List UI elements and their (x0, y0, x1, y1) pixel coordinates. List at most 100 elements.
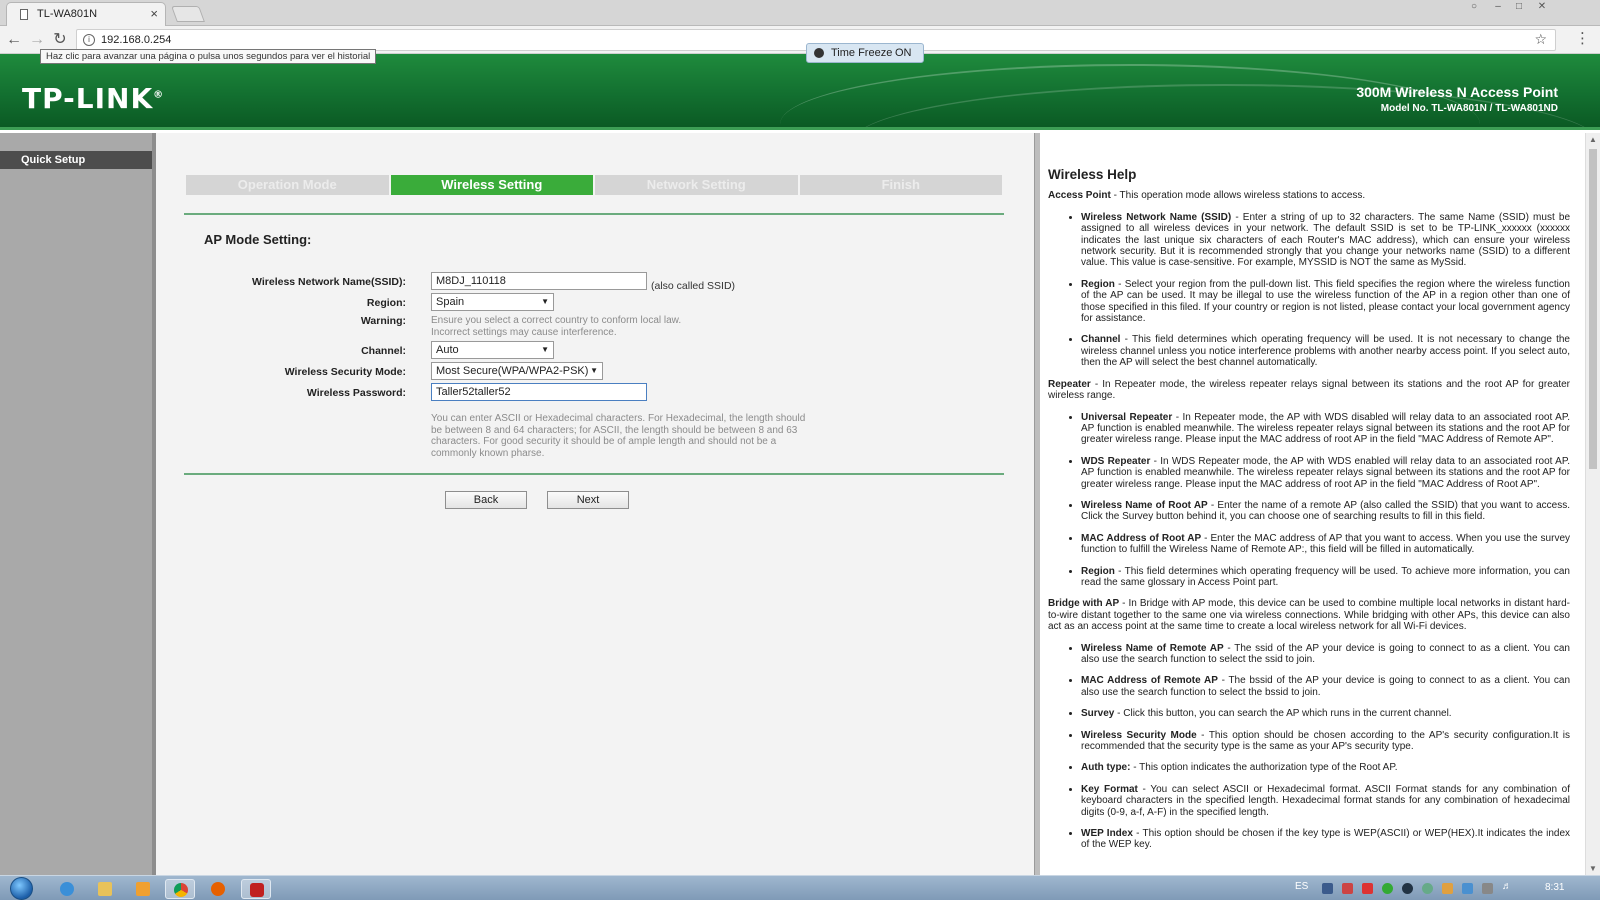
list-item: Region - Select your region from the pul… (1081, 279, 1570, 325)
browser-tab[interactable]: TL-WA801N × (6, 2, 166, 26)
chevron-down-icon: ▼ (541, 297, 549, 306)
ie-icon[interactable] (52, 879, 82, 899)
media-player-icon[interactable] (128, 879, 158, 899)
clock-icon (814, 48, 824, 58)
sidebar-item-quick-setup[interactable]: Quick Setup (0, 151, 152, 169)
forward-arrow-icon[interactable]: → (27, 30, 47, 50)
step-wireless-setting: Wireless Setting (390, 175, 593, 195)
scroll-thumb[interactable] (1589, 149, 1597, 469)
security-mode-label: Wireless Security Mode: (284, 366, 406, 378)
region-value: Spain (436, 296, 465, 308)
info-icon[interactable]: i (83, 34, 95, 46)
list-item: Wireless Name of Remote AP - The ssid of… (1081, 643, 1570, 666)
password-note: You can enter ASCII or Hexadecimal chara… (431, 413, 806, 459)
list-item: WEP Index - This option should be chosen… (1081, 828, 1570, 851)
warning-text: Ensure you select a correct country to c… (431, 315, 682, 338)
user-icon[interactable]: ○ (1464, 0, 1484, 14)
list-item: Survey - Click this button, you can sear… (1081, 708, 1570, 719)
help-bridge: Bridge with AP - In Bridge with AP mode,… (1048, 598, 1571, 633)
password-label: Wireless Password: (306, 387, 406, 399)
windows-orb-icon (10, 877, 33, 900)
region-select[interactable]: Spain ▼ (431, 293, 554, 311)
tab-title: TL-WA801N (37, 8, 98, 20)
time-freeze-label: Time Freeze (831, 47, 893, 59)
help-access-point: Access Point - This operation mode allow… (1048, 190, 1366, 202)
warning-label: Warning: (360, 315, 406, 327)
scroll-down-icon[interactable]: ▼ (1589, 864, 1597, 873)
next-button[interactable]: Next (547, 491, 629, 509)
help-repeater-list: Universal Repeater - In Repeater mode, t… (1048, 412, 1570, 589)
ssid-input[interactable]: M8DJ_110118 (431, 272, 647, 290)
divider-top (184, 213, 1004, 215)
list-item: Wireless Security Mode - This option sho… (1081, 730, 1570, 753)
list-item: MAC Address of Remote AP - The bssid of … (1081, 675, 1570, 698)
menu-icon[interactable]: ⋮ (1575, 29, 1590, 47)
list-item: WDS Repeater - In WDS Repeater mode, the… (1081, 456, 1570, 490)
reload-icon[interactable]: ↻ (50, 30, 70, 50)
setup-steps: Operation Mode Wireless Setting Network … (186, 175, 1002, 195)
router-header: TP-LINK® 300M Wireless N Access Point Mo… (0, 54, 1600, 130)
sidebar-menu: Quick Setup (0, 133, 156, 875)
help-repeater: Repeater - In Repeater mode, the wireles… (1048, 378, 1570, 402)
folder-icon[interactable] (90, 879, 120, 899)
product-name: 300M Wireless N Access Point (1356, 84, 1558, 100)
main-content: Operation Mode Wireless Setting Network … (156, 133, 1034, 875)
ssid-note: (also called SSID) (651, 280, 736, 292)
channel-value: Auto (436, 344, 459, 356)
tray-green-icon[interactable] (1382, 883, 1393, 894)
restore-icon[interactable]: □ (1509, 0, 1529, 14)
page-icon (20, 9, 28, 20)
language-indicator[interactable]: ES (1295, 881, 1308, 892)
channel-label: Channel: (361, 345, 406, 357)
tray-app-icon[interactable] (1342, 883, 1353, 894)
help-bridge-list: Wireless Name of Remote AP - The ssid of… (1048, 643, 1570, 851)
tray-update-icon[interactable] (1462, 883, 1473, 894)
taskbar: ES ♬ 8:31 (0, 875, 1600, 900)
tray-clock-icon[interactable] (1402, 883, 1413, 894)
tab-close-icon[interactable]: × (150, 6, 158, 21)
chevron-down-icon: ▼ (590, 366, 598, 375)
list-item: MAC Address of Root AP - Enter the MAC a… (1081, 533, 1570, 556)
password-input[interactable]: Taller52taller52 (431, 383, 647, 401)
url-text: 192.168.0.254 (101, 34, 172, 46)
volume-icon[interactable]: ♬ (1502, 881, 1513, 892)
channel-select[interactable]: Auto ▼ (431, 341, 554, 359)
browser-tab-strip: TL-WA801N × ○ – □ ✕ (0, 0, 1600, 26)
list-item: Auth type: - This option indicates the a… (1081, 762, 1570, 773)
minimize-icon[interactable]: – (1488, 0, 1508, 14)
help-scrollbar[interactable]: ▲ ▼ (1585, 133, 1600, 875)
security-mode-select[interactable]: Most Secure(WPA/WPA2-PSK) ▼ (431, 362, 603, 380)
forward-tooltip: Haz clic para avanzar una página o pulsa… (40, 49, 377, 64)
system-clock[interactable]: 8:31 (1545, 882, 1564, 893)
chevron-down-icon: ▼ (541, 345, 549, 354)
tray-security-icon[interactable] (1362, 883, 1373, 894)
security-mode-value: Most Secure(WPA/WPA2-PSK) (436, 365, 589, 377)
list-item: Channel - This field determines which op… (1081, 334, 1570, 368)
scroll-up-icon[interactable]: ▲ (1589, 135, 1597, 144)
app-icon[interactable] (241, 879, 271, 899)
list-item: Wireless Network Name (SSID) - Enter a s… (1081, 212, 1570, 269)
tray-flag-icon[interactable] (1482, 883, 1493, 894)
chrome-icon[interactable] (165, 879, 195, 899)
section-title: AP Mode Setting: (204, 232, 312, 247)
step-operation-mode: Operation Mode (186, 175, 389, 195)
help-title: Wireless Help (1048, 167, 1137, 182)
region-label: Region: (366, 297, 406, 309)
start-button[interactable] (6, 876, 38, 900)
list-item: Region - This field determines which ope… (1081, 566, 1570, 589)
help-content: Wireless Help Access Point - This operat… (1048, 167, 1571, 861)
list-item: Wireless Name of Root AP - Enter the nam… (1081, 500, 1570, 523)
new-tab-button[interactable] (171, 6, 205, 22)
tray-folder-icon[interactable] (1442, 883, 1453, 894)
divider-bottom (184, 473, 1004, 475)
bookmark-star-icon[interactable]: ☆ (1534, 31, 1547, 48)
back-button[interactable]: Back (445, 491, 527, 509)
tray-network-icon[interactable] (1322, 883, 1333, 894)
ssid-label: Wireless Network Name(SSID): (252, 276, 406, 288)
firefox-icon[interactable] (203, 879, 233, 899)
close-window-icon[interactable]: ✕ (1532, 0, 1552, 14)
tray-sync-icon[interactable] (1422, 883, 1433, 894)
time-freeze-badge[interactable]: Time Freeze ON (806, 43, 924, 63)
list-item: Key Format - You can select ASCII or Hex… (1081, 784, 1570, 818)
back-arrow-icon[interactable]: ← (4, 30, 24, 50)
